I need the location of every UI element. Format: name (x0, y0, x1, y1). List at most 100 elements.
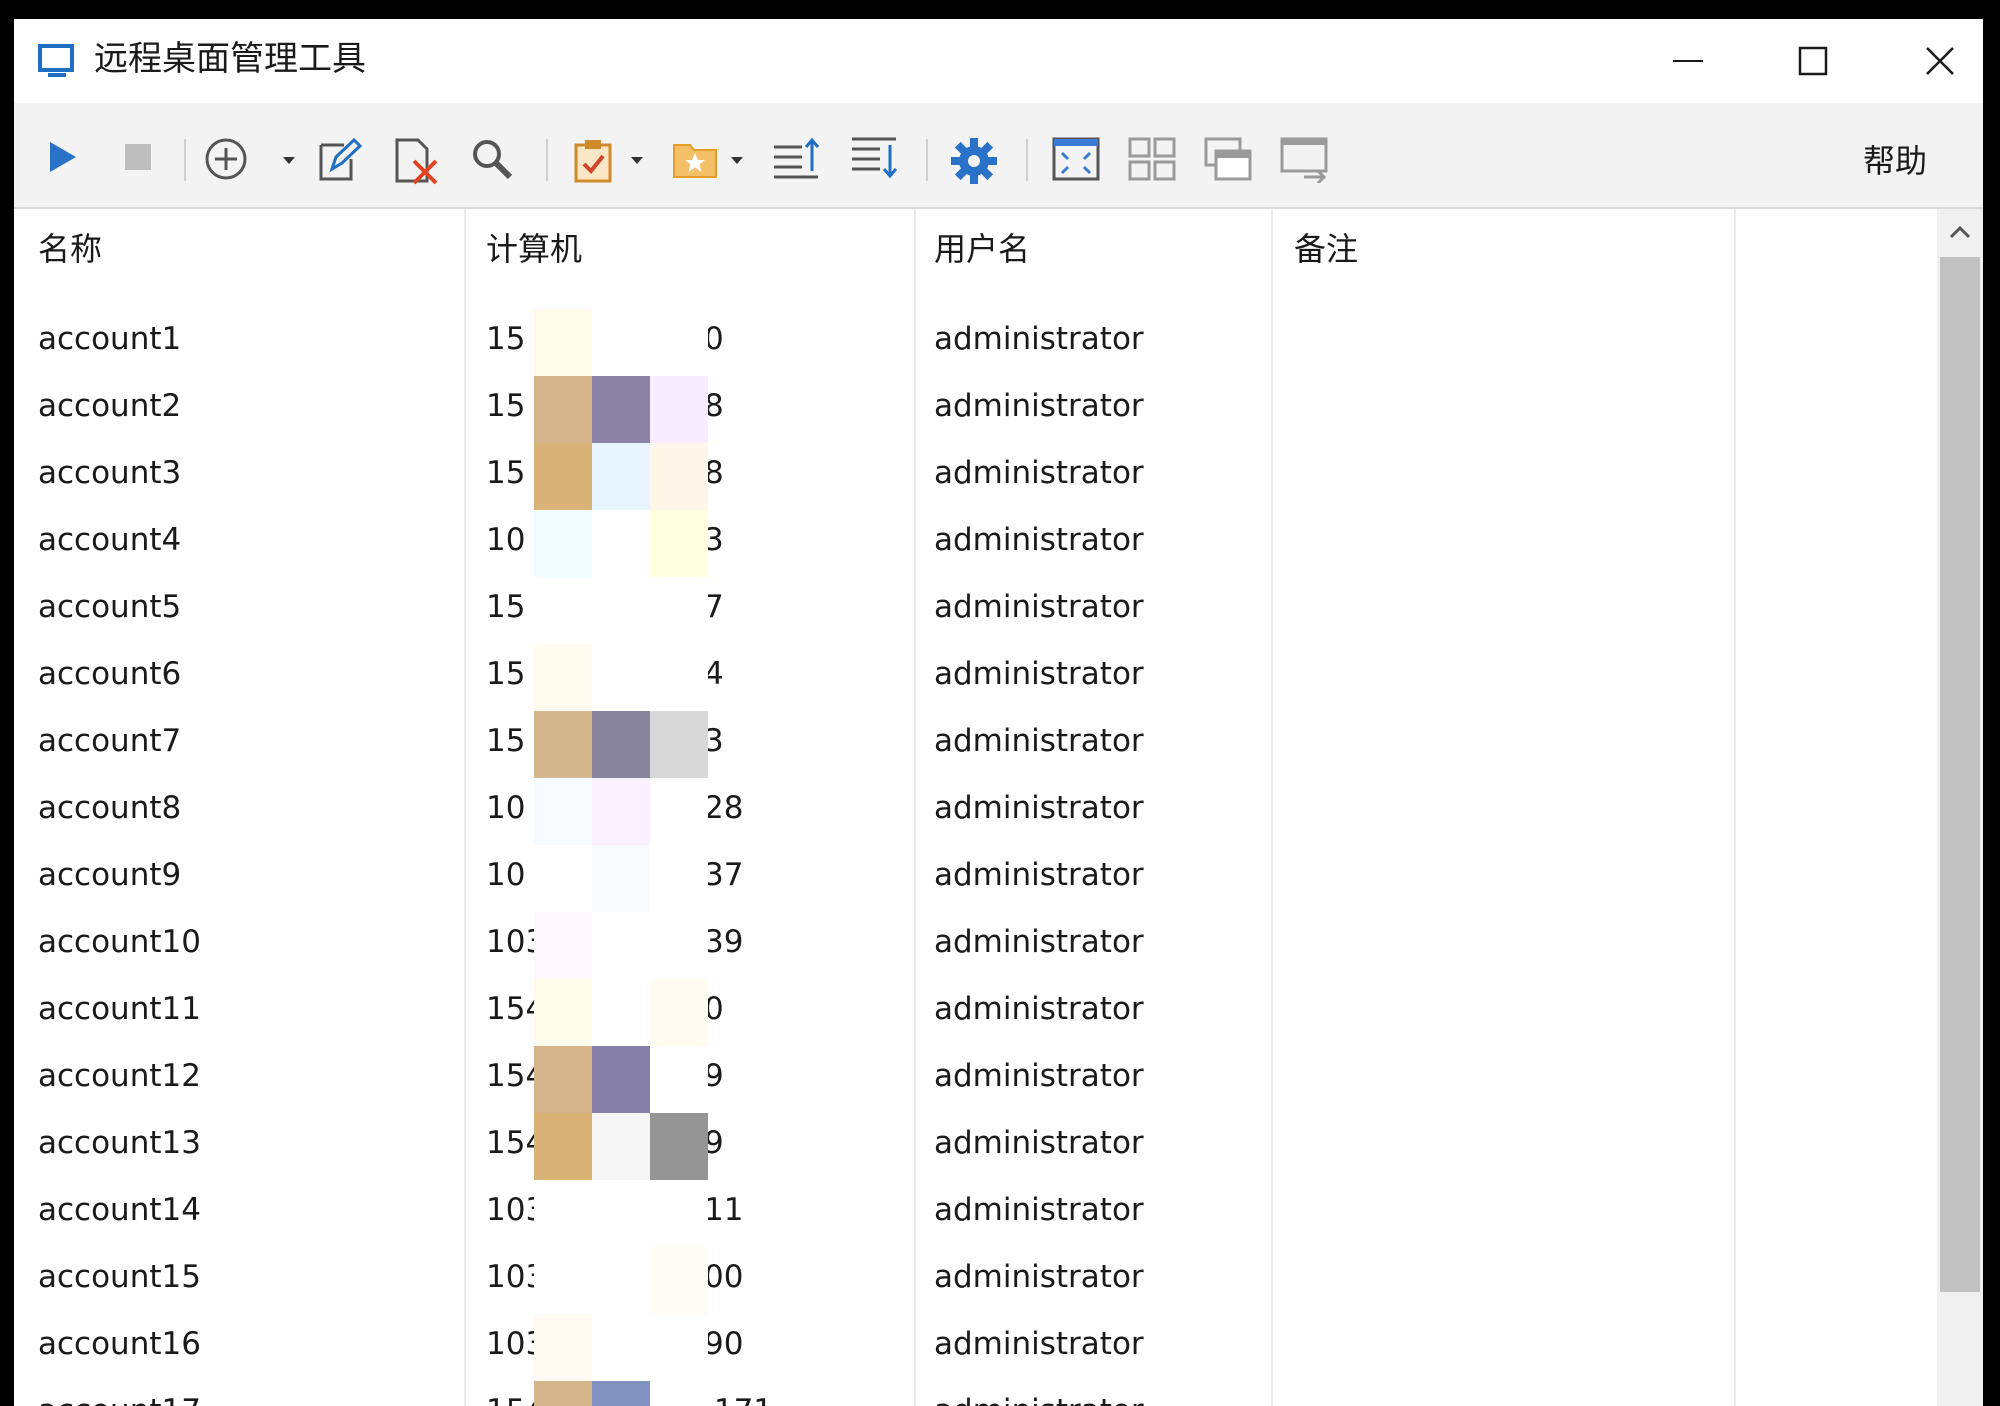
redaction-block (650, 1381, 708, 1406)
cell-name: account12 (38, 1058, 201, 1094)
column-header-name[interactable]: 名称 (38, 229, 102, 269)
tile-icon[interactable] (1128, 137, 1176, 181)
cell-name: account5 (38, 589, 182, 625)
table-row[interactable]: account14 103 11 administrator (14, 1180, 1934, 1247)
redaction-block (534, 1247, 592, 1314)
stop-icon[interactable] (118, 137, 158, 177)
column-header-username[interactable]: 用户名 (934, 229, 1030, 269)
play-icon[interactable] (42, 137, 82, 177)
table-row[interactable]: account11 154 0 administrator (14, 979, 1934, 1046)
redaction-block (592, 1314, 650, 1381)
cell-username: administrator (934, 455, 1144, 491)
search-icon[interactable] (470, 137, 514, 181)
redaction-block (534, 845, 592, 912)
gear-icon[interactable] (950, 137, 998, 185)
redaction-block (534, 778, 592, 845)
cell-computer-prefix: 15 (486, 455, 526, 491)
column-header-computer[interactable]: 计算机 (486, 229, 582, 269)
cell-username: administrator (934, 656, 1144, 692)
table-row[interactable]: account12 154 9 administrator (14, 1046, 1934, 1113)
cell-computer-suffix: 00 (704, 1259, 744, 1295)
cell-name: account15 (38, 1259, 201, 1295)
import-icon[interactable] (572, 137, 614, 183)
cell-name: account7 (38, 723, 182, 759)
redaction-block (592, 577, 650, 644)
cell-username: administrator (934, 388, 1144, 424)
redaction-block (592, 644, 650, 711)
cell-username: administrator (934, 790, 1144, 826)
cell-computer-suffix: 90 (704, 1326, 744, 1362)
redaction-block (534, 1180, 592, 1247)
scroll-thumb[interactable] (1940, 257, 1980, 1292)
scroll-up-button[interactable] (1937, 209, 1983, 255)
table-row[interactable]: account10 103 39 administrator (14, 912, 1934, 979)
align-bottom-icon[interactable] (850, 137, 898, 179)
cell-computer-suffix: 11 (704, 1192, 744, 1228)
table-row[interactable]: account5 15 7 administrator (14, 577, 1934, 644)
favorite-icon[interactable] (672, 137, 718, 179)
redaction-block (592, 309, 650, 376)
redaction-block (650, 1314, 708, 1381)
redaction-block (592, 979, 650, 1046)
redaction-block (592, 711, 650, 778)
redaction-block (534, 979, 592, 1046)
redaction-block (592, 376, 650, 443)
table-row[interactable]: account4 10 3 administrator (14, 510, 1934, 577)
redaction-block (534, 443, 592, 510)
table-row[interactable]: account6 15 4 administrator (14, 644, 1934, 711)
table-row[interactable]: account8 10 28 administrator (14, 778, 1934, 845)
cell-name: account9 (38, 857, 182, 893)
cell-username: administrator (934, 723, 1144, 759)
delete-icon[interactable] (392, 137, 440, 185)
redaction-block (534, 376, 592, 443)
redaction-block (650, 577, 708, 644)
minimize-icon (1673, 60, 1703, 62)
redaction-block (592, 1046, 650, 1113)
help-menu[interactable]: 帮助 (1863, 141, 1927, 181)
redaction-block (592, 845, 650, 912)
cell-computer-suffix: 37 (704, 857, 744, 893)
cell-name: account11 (38, 991, 201, 1027)
import-dropdown-icon[interactable] (630, 155, 644, 165)
cell-computer-suffix: 28 (704, 790, 744, 826)
maximize-icon (1798, 46, 1828, 76)
cell-name: account16 (38, 1326, 201, 1362)
cell-computer-prefix: 15 (486, 321, 526, 357)
cell-computer-prefix: 10 (486, 857, 526, 893)
redaction-block (534, 1381, 592, 1406)
cell-computer-prefix: 15 (486, 723, 526, 759)
table-row[interactable]: account15 103 00 administrator (14, 1247, 1934, 1314)
vertical-scrollbar[interactable] (1937, 209, 1983, 1406)
cell-name: account17 (38, 1391, 201, 1406)
cell-username: administrator (934, 1259, 1144, 1295)
remote-switch-icon[interactable] (1280, 137, 1330, 183)
table-row[interactable]: account2 15 8 administrator (14, 376, 1934, 443)
title-bar[interactable]: 远程桌面管理工具 (14, 19, 1997, 103)
cell-username: administrator (934, 1125, 1144, 1161)
table-row[interactable]: account17154.9.171administrator (14, 1381, 1934, 1406)
align-top-icon[interactable] (772, 137, 820, 179)
column-header-remark[interactable]: 备注 (1294, 229, 1358, 269)
close-icon (1926, 47, 1954, 75)
redaction-block (650, 376, 708, 443)
favorite-dropdown-icon[interactable] (730, 155, 744, 165)
cell-name: account13 (38, 1125, 201, 1161)
redaction-block (650, 845, 708, 912)
minimize-button[interactable] (1624, 19, 1752, 103)
table-row[interactable]: account1 15 0 administrator (14, 309, 1934, 376)
add-dropdown-icon[interactable] (282, 155, 296, 165)
table-row[interactable]: account9 10 37 administrator (14, 845, 1934, 912)
cell-username: administrator (934, 1391, 1144, 1406)
cell-computer-suffix: 39 (704, 924, 744, 960)
fullscreen-icon[interactable] (1052, 137, 1100, 181)
table-row[interactable]: account13 154 9 administrator (14, 1113, 1934, 1180)
table-row[interactable]: account7 15 3 administrator (14, 711, 1934, 778)
maximize-button[interactable] (1749, 19, 1877, 103)
table-row[interactable]: account16 103 90 administrator (14, 1314, 1934, 1381)
cascade-icon[interactable] (1204, 137, 1252, 181)
table-row[interactable]: account3 15 8 administrator (14, 443, 1934, 510)
close-button[interactable] (1876, 19, 1997, 103)
add-icon[interactable] (204, 137, 248, 181)
edit-icon[interactable] (316, 137, 362, 183)
app-window: 远程桌面管理工具 帮助 名称 计算机 用户名 备注 account1 15 0 … (14, 19, 1997, 1406)
